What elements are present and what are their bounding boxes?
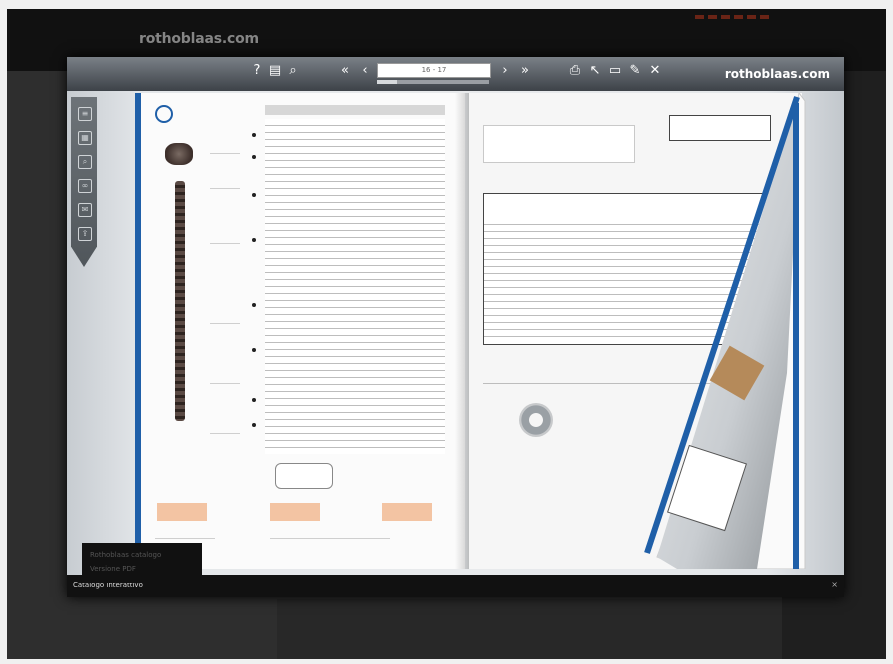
menu-item[interactable]: Versione PDF <box>90 565 136 573</box>
thumbnails-icon[interactable]: ▦ <box>78 131 92 145</box>
table-header <box>265 105 445 115</box>
contents-icon[interactable]: ▤ <box>267 63 283 79</box>
site-logo[interactable]: rothoblaas.com <box>139 31 259 47</box>
page-background: rothoblaas.com ? ▤ ⌕ « ‹ 16 - 17 › » ⎙ ↖ <box>7 9 886 659</box>
side-tab-strip: ≡ ▦ ⌕ ∞ ✉ ⇪ <box>71 97 97 267</box>
catalog-page-left[interactable] <box>135 93 465 569</box>
download-icon[interactable]: ▭ <box>607 63 623 79</box>
screw-image <box>175 181 185 421</box>
bottom-panel <box>277 599 782 659</box>
menu-popup: Rothoblaas catalogo Versione PDF <box>82 543 202 583</box>
edit-icon[interactable]: ✎ <box>627 63 643 79</box>
nav-dot[interactable] <box>760 15 769 19</box>
page-progress-fill <box>377 80 398 84</box>
catalog-viewer: ? ▤ ⌕ « ‹ 16 - 17 › » ⎙ ↖ ▭ ✎ ✕ rothobla… <box>67 57 844 597</box>
viewer-logo[interactable]: rothoblaas.com <box>725 67 830 81</box>
bookmark-icon[interactable]: ≡ <box>78 107 92 121</box>
close-icon[interactable]: × <box>831 580 838 589</box>
print-icon[interactable]: ⎙ <box>567 63 583 79</box>
search-icon[interactable]: ⌕ <box>78 155 92 169</box>
previous-page-icon[interactable]: ‹ <box>357 63 373 79</box>
site-nav-dots <box>695 15 769 19</box>
next-page-icon[interactable]: › <box>497 63 513 79</box>
pointer-icon[interactable]: ↖ <box>587 63 603 79</box>
fullscreen-icon[interactable]: ✕ <box>647 63 663 79</box>
first-page-icon[interactable]: « <box>337 63 353 79</box>
viewer-toolbar: ? ▤ ⌕ « ‹ 16 - 17 › » ⎙ ↖ ▭ ✎ ✕ rothobla… <box>67 57 844 91</box>
screw-head-image <box>165 143 193 165</box>
page-number-field[interactable]: 16 - 17 <box>377 63 491 78</box>
nav-dot[interactable] <box>721 15 730 19</box>
page-icon <box>155 105 173 123</box>
wood-diagram <box>382 503 432 521</box>
share-icon[interactable]: ⇪ <box>78 227 92 241</box>
product-table <box>265 119 445 454</box>
wood-diagram <box>270 503 320 521</box>
notes-icon[interactable]: ✉ <box>78 203 92 217</box>
menu-item[interactable]: Rothoblaas catalogo <box>90 551 161 559</box>
nav-dot[interactable] <box>747 15 756 19</box>
link-icon[interactable]: ∞ <box>78 179 92 193</box>
help-icon[interactable]: ? <box>249 63 265 79</box>
nav-dot[interactable] <box>708 15 717 19</box>
zoom-icon[interactable]: ⌕ <box>285 63 301 79</box>
nav-dot[interactable] <box>695 15 704 19</box>
product-badge <box>275 463 333 489</box>
washer-image <box>519 403 553 437</box>
page-curl[interactable] <box>567 93 807 569</box>
page-progress-bar[interactable] <box>377 80 489 84</box>
wood-diagram <box>157 503 207 521</box>
page-number-text: 16 - 17 <box>421 66 447 74</box>
nav-dot[interactable] <box>734 15 743 19</box>
page-accent-bar <box>135 93 141 569</box>
last-page-icon[interactable]: » <box>517 63 533 79</box>
page-right-accent-bar <box>793 103 799 569</box>
